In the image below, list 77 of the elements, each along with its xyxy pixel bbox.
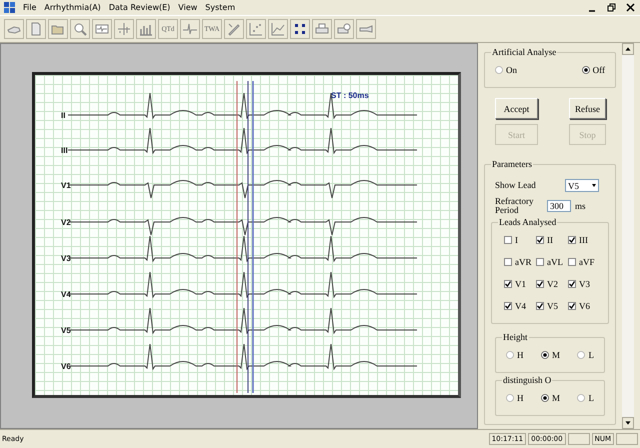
- checkbox-label: V6: [579, 301, 590, 311]
- scrollbar[interactable]: [622, 43, 634, 429]
- checkbox-label: V3: [579, 279, 590, 289]
- refractory-input[interactable]: 300: [547, 200, 571, 212]
- pen-icon: [226, 21, 242, 37]
- group-title: Parameters: [491, 159, 533, 169]
- checkbox[interactable]: [568, 302, 576, 310]
- checkbox-label: V1: [515, 279, 526, 289]
- magnifier-icon: [72, 21, 88, 37]
- scroll-down-icon[interactable]: [622, 417, 634, 429]
- lead-dropdown[interactable]: V5: [565, 179, 599, 192]
- field-label: Show Lead: [495, 181, 537, 190]
- checkbox-label: V4: [515, 301, 526, 311]
- radio-button[interactable]: [506, 394, 514, 402]
- checkbox[interactable]: [568, 236, 576, 244]
- checkbox[interactable]: [504, 236, 512, 244]
- field-label: Refractory Period: [495, 197, 534, 215]
- radio-label: H: [517, 393, 524, 403]
- line-icon: [270, 21, 286, 37]
- group-title: Leads Analysed: [498, 217, 558, 227]
- menu-item[interactable]: File: [23, 3, 36, 12]
- checkbox-label: V2: [547, 279, 558, 289]
- radio-label: H: [517, 350, 524, 360]
- marker-line[interactable]: [236, 80, 238, 394]
- checkbox[interactable]: [536, 302, 544, 310]
- wave-icon: [182, 21, 198, 37]
- app-icon[interactable]: [4, 2, 15, 13]
- radio-button[interactable]: [577, 351, 586, 359]
- checkbox-label: I: [515, 235, 518, 245]
- radio-label: M: [552, 393, 560, 403]
- checkbox-label: II: [547, 235, 553, 245]
- radio-button[interactable]: [506, 351, 514, 359]
- checkbox[interactable]: [536, 280, 544, 288]
- checkbox[interactable]: [504, 302, 512, 310]
- checkbox[interactable]: [536, 258, 544, 266]
- status-pane: [616, 432, 638, 444]
- refuse-button[interactable]: Refuse: [569, 98, 606, 119]
- checkbox[interactable]: [504, 258, 512, 266]
- lead-label: II: [61, 111, 66, 120]
- checkbox[interactable]: [568, 280, 576, 288]
- status-pane: [568, 432, 590, 444]
- radio-button[interactable]: [495, 66, 503, 74]
- radio-label: Off: [592, 65, 605, 75]
- checkbox-label: aVF: [579, 257, 594, 267]
- radio-label: M: [552, 350, 560, 360]
- checkbox-label: aVR: [515, 257, 532, 267]
- lead-label: III: [61, 146, 68, 155]
- checkbox-label: aVL: [547, 257, 563, 267]
- menu-item[interactable]: System: [205, 3, 236, 12]
- radio-button[interactable]: [540, 351, 549, 359]
- radio-label: L: [588, 350, 594, 360]
- close-icon[interactable]: [625, 2, 636, 13]
- checkbox-label: III: [579, 235, 588, 245]
- menu-item[interactable]: Arrhythmia(A): [44, 3, 101, 12]
- accept-button[interactable]: Accept: [495, 98, 538, 119]
- radio-label: L: [588, 393, 594, 403]
- marker-line[interactable]: [252, 81, 254, 393]
- checkbox[interactable]: [568, 258, 576, 266]
- bars-cross-icon: [116, 21, 132, 37]
- toolbar-button[interactable]: [290, 19, 310, 39]
- radio-button[interactable]: [540, 394, 549, 402]
- menu-item[interactable]: Data Review(E): [108, 3, 170, 12]
- group-title: distinguish O: [502, 375, 552, 385]
- checkbox[interactable]: [504, 280, 512, 288]
- radio-button[interactable]: [582, 66, 590, 74]
- checkbox-label: V5: [547, 301, 558, 311]
- restore-icon[interactable]: [606, 2, 617, 13]
- checkbox[interactable]: [536, 236, 544, 244]
- scroll-up-icon[interactable]: [622, 43, 634, 55]
- unit-label: ms: [575, 201, 586, 211]
- dots-icon: [292, 21, 308, 37]
- radio-button[interactable]: [577, 394, 586, 402]
- group-title: Artificial Analyse: [491, 47, 558, 57]
- scatter-icon: [248, 21, 264, 37]
- menu-item[interactable]: View: [178, 3, 198, 12]
- radio-label: On: [506, 65, 517, 75]
- group-title: Height: [502, 332, 528, 342]
